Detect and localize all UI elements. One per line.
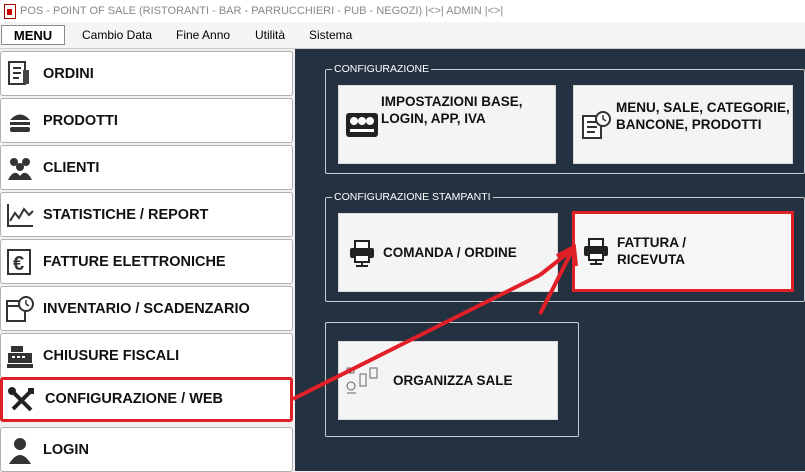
group-title: CONFIGURAZIONE bbox=[332, 62, 432, 76]
sidebar-item-label: STATISTICHE / REPORT bbox=[43, 207, 209, 223]
printer-icon bbox=[581, 236, 611, 271]
sidebar-item-configurazione[interactable]: CONFIGURAZIONE / WEB bbox=[0, 377, 293, 422]
people-icon bbox=[5, 154, 35, 182]
sidebar-item-prodotti[interactable]: PRODOTTI bbox=[0, 98, 293, 143]
organizza-sale-tile[interactable]: ORGANIZZA SALE bbox=[338, 341, 558, 420]
cash-register-icon bbox=[5, 342, 35, 370]
sidebar-item-label: ORDINI bbox=[43, 66, 94, 82]
room-layout-icon bbox=[345, 366, 385, 401]
calendar-clock-icon bbox=[5, 295, 35, 323]
sidebar-item-fatture[interactable]: € FATTURE ELETTRONICHE bbox=[0, 239, 293, 284]
menu-utilita[interactable]: Utilità bbox=[255, 27, 285, 43]
sidebar-item-label: FATTURE ELETTRONICHE bbox=[43, 254, 226, 270]
menu-fine-anno[interactable]: Fine Anno bbox=[176, 27, 230, 43]
sidebar-item-inventario[interactable]: INVENTARIO / SCADENZARIO bbox=[0, 286, 293, 331]
tile-label: ORGANIZZA SALE bbox=[393, 373, 513, 388]
tools-icon bbox=[7, 386, 37, 414]
sidebar-item-label: LOGIN bbox=[43, 442, 89, 458]
sidebar-item-statistiche[interactable]: STATISTICHE / REPORT bbox=[0, 192, 293, 237]
rooms-group: ORGANIZZA SALE bbox=[325, 322, 579, 437]
tile-label: IMPOSTAZIONI BASE, LOGIN, APP, IVA bbox=[381, 94, 523, 126]
group-title: CONFIGURAZIONE STAMPANTI bbox=[332, 190, 493, 204]
menu-button[interactable]: MENU bbox=[1, 25, 65, 45]
sidebar-item-label: PRODOTTI bbox=[43, 113, 118, 129]
tile-label: MENU, SALE, CATEGORIE, BANCONE, PRODOTTI bbox=[616, 100, 790, 132]
window-title: POS - POINT OF SALE (RISTORANTI - BAR - … bbox=[20, 5, 504, 17]
printer-icon bbox=[347, 238, 377, 273]
user-icon bbox=[5, 436, 35, 464]
burger-icon bbox=[5, 107, 35, 135]
svg-text:€: € bbox=[13, 253, 24, 275]
control-panel-icon bbox=[345, 110, 379, 145]
tile-label: COMANDA / ORDINE bbox=[383, 245, 517, 260]
title-bar: POS - POINT OF SALE (RISTORANTI - BAR - … bbox=[0, 0, 805, 22]
sidebar-item-login[interactable]: LOGIN bbox=[0, 427, 293, 472]
sidebar-item-chiusure[interactable]: CHIUSURE FISCALI bbox=[0, 333, 293, 378]
fattura-tile[interactable]: FATTURA / RICEVUTA bbox=[572, 211, 794, 292]
receipt-icon bbox=[5, 60, 35, 88]
sidebar-item-label: CHIUSURE FISCALI bbox=[43, 348, 180, 364]
menu-bar: MENU Cambio Data Fine Anno Utilità Siste… bbox=[0, 22, 805, 49]
sidebar-item-ordini[interactable]: ORDINI bbox=[0, 51, 293, 96]
euro-icon: € bbox=[5, 248, 35, 276]
menu-sistema[interactable]: Sistema bbox=[309, 27, 352, 43]
sidebar-item-label: CONFIGURAZIONE / WEB bbox=[45, 391, 224, 407]
printers-group: CONFIGURAZIONE STAMPANTI COMANDA / ORDIN… bbox=[325, 190, 805, 302]
sidebar: ORDINI PRODOTTI CLIENTI STATISTICHE / RE… bbox=[0, 49, 295, 472]
menu-rooms-tile[interactable]: MENU, SALE, CATEGORIE, BANCONE, PRODOTTI bbox=[573, 85, 793, 164]
menu-cambio-data[interactable]: Cambio Data bbox=[82, 27, 152, 43]
sidebar-item-clienti[interactable]: CLIENTI bbox=[0, 145, 293, 190]
app-icon bbox=[4, 4, 16, 19]
document-clock-icon bbox=[580, 110, 614, 145]
config-group: CONFIGURAZIONE IMPOSTAZIONI BASE, LOGIN,… bbox=[325, 62, 805, 174]
chart-icon bbox=[5, 201, 35, 229]
sidebar-item-label: INVENTARIO / SCADENZARIO bbox=[43, 301, 250, 317]
settings-tile[interactable]: IMPOSTAZIONI BASE, LOGIN, APP, IVA bbox=[338, 85, 556, 164]
tile-label: FATTURA / RICEVUTA bbox=[617, 235, 686, 267]
comanda-tile[interactable]: COMANDA / ORDINE bbox=[338, 213, 558, 292]
sidebar-item-label: CLIENTI bbox=[43, 160, 100, 176]
main-panel: CONFIGURAZIONE IMPOSTAZIONI BASE, LOGIN,… bbox=[295, 49, 805, 471]
